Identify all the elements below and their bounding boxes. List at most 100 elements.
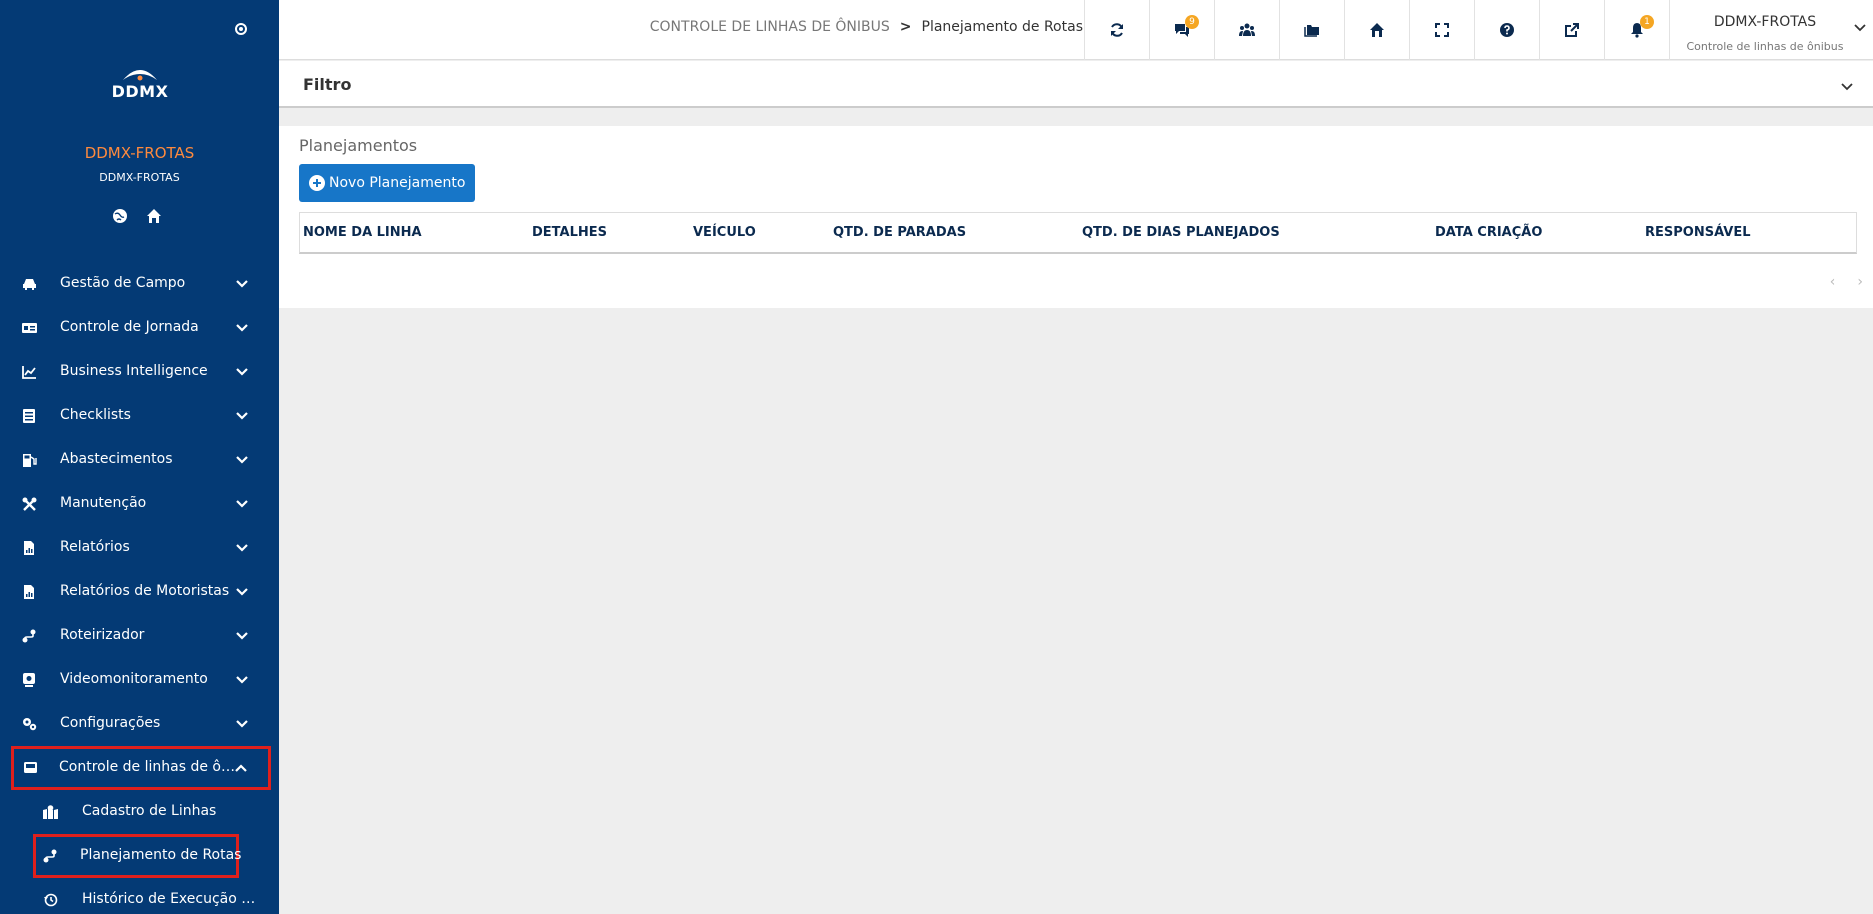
sidebar-item-relatorios[interactable]: Relatórios	[0, 526, 279, 570]
submenu-item-planejamento-de-rotas[interactable]: Planejamento de Rotas	[33, 834, 242, 878]
sidebar-item-label: Relatórios de Motoristas	[60, 583, 230, 599]
globe-icon[interactable]	[112, 208, 128, 224]
users-icon	[1239, 23, 1255, 36]
sidebar-item-videomonitoramento[interactable]: Videomonitoramento	[0, 658, 279, 702]
notifications-badge: 1	[1640, 15, 1654, 29]
brand-name: DDMX-FROTAS	[84, 144, 195, 162]
sidebar-item-business-intelligence[interactable]: Business Intelligence	[0, 350, 279, 394]
sidebar-menu: Gestão de Campo Controle de Jornada Busi…	[0, 262, 279, 914]
chevron-down-icon	[236, 632, 248, 640]
help-icon	[1500, 23, 1514, 37]
history-icon	[44, 893, 58, 907]
sidebar-item-checklists[interactable]: Checklists	[0, 394, 279, 438]
chevron-down-icon	[1854, 24, 1866, 32]
car-icon	[23, 279, 36, 290]
file-chart-icon	[24, 585, 34, 599]
sidebar-toggle-icon[interactable]	[235, 23, 247, 35]
sidebar-item-label: Abastecimentos	[60, 451, 173, 467]
file-chart-icon	[24, 541, 34, 555]
checklist-icon	[23, 409, 35, 423]
users-button[interactable]	[1214, 0, 1279, 60]
column-header[interactable]: QTD. DE PARADAS	[833, 225, 966, 240]
tools-icon	[22, 497, 37, 511]
chevron-down-icon	[236, 456, 248, 464]
home-outline-icon	[1370, 23, 1384, 37]
sidebar-item-abastecimentos[interactable]: Abastecimentos	[0, 438, 279, 482]
sidebar-item-gestao-de-campo[interactable]: Gestão de Campo	[0, 262, 279, 306]
refresh-button[interactable]	[1084, 0, 1149, 60]
folders-button[interactable]	[1279, 0, 1344, 60]
chat-button[interactable]: 9	[1149, 0, 1214, 60]
gas-pump-icon	[23, 454, 37, 467]
column-header[interactable]: DATA CRIAÇÃO	[1435, 225, 1542, 240]
route-icon	[22, 629, 36, 643]
submenu-item-label: Cadastro de Linhas	[82, 803, 217, 819]
sidebar-item-label: Gestão de Campo	[60, 275, 186, 291]
brand-icons	[112, 208, 162, 224]
sidebar-item-label: Checklists	[60, 407, 131, 423]
chevron-down-icon	[236, 412, 248, 420]
chevron-down-icon	[236, 676, 248, 684]
chevron-down-icon	[236, 588, 248, 596]
chevron-down-icon[interactable]	[1841, 81, 1853, 93]
sidebar-item-configuracoes[interactable]: Configurações	[0, 702, 279, 746]
new-planning-button[interactable]: Novo Planejamento	[299, 164, 476, 202]
submenu-item-historico-de-execucao[interactable]: Histórico de Execução de Rotas	[0, 878, 279, 914]
panel-title: Planejamentos	[299, 136, 418, 155]
sidebar-item-relatorios-de-motoristas[interactable]: Relatórios de Motoristas	[0, 570, 279, 614]
column-header[interactable]: RESPONSÁVEL	[1645, 225, 1750, 240]
submenu-item-label: Planejamento de Rotas	[80, 847, 242, 863]
filter-panel[interactable]: Filtro	[279, 61, 1873, 108]
notifications-button[interactable]: 1	[1604, 0, 1669, 60]
help-button[interactable]	[1474, 0, 1539, 60]
home-outline-button[interactable]	[1344, 0, 1409, 60]
sidebar: DDMX DDMX-FROTAS DDMX-FROTAS Gestão de C…	[0, 0, 279, 914]
fullscreen-button[interactable]	[1409, 0, 1474, 60]
chevron-down-icon	[236, 544, 248, 552]
sidebar-item-controle-de-jornada[interactable]: Controle de Jornada	[0, 306, 279, 350]
filter-title: Filtro	[303, 75, 352, 94]
breadcrumb-parent[interactable]: CONTROLE DE LINHAS DE ÔNIBUS	[650, 19, 890, 35]
chevron-down-icon	[236, 720, 248, 728]
column-header[interactable]: NOME DA LINHA	[303, 225, 422, 240]
breadcrumb-current: Planejamento de Rotas	[921, 19, 1083, 35]
bus-icon	[24, 762, 37, 773]
sidebar-item-controle-de-linhas-de-onibus[interactable]: Controle de linhas de ônibus	[11, 746, 271, 790]
sidebar-item-label: Relatórios	[60, 539, 130, 555]
user-menu[interactable]: DDMX-FROTAS Controle de linhas de ônibus	[1669, 0, 1873, 60]
submenu-item-cadastro-de-linhas[interactable]: Cadastro de Linhas	[0, 790, 279, 834]
sidebar-item-label: Roteirizador	[60, 627, 145, 643]
toolbar: 9 1	[1084, 0, 1669, 60]
route-icon	[43, 849, 57, 863]
chevron-down-icon	[236, 280, 248, 288]
pager-prev-icon[interactable]: ‹	[1830, 274, 1836, 290]
table-header: NOME DA LINHA DETALHES VEÍCULO QTD. DE P…	[299, 212, 1857, 254]
top-bar: CONTROLE DE LINHAS DE ÔNIBUS > Planejame…	[279, 0, 1873, 60]
sidebar-item-label: Manutenção	[60, 495, 147, 511]
breadcrumb-separator: >	[899, 19, 912, 35]
planning-panel: Planejamentos Novo Planejamento NOME DA …	[279, 126, 1873, 308]
external-link-button[interactable]	[1539, 0, 1604, 60]
home-icon[interactable]	[146, 208, 162, 224]
logo-text: DDMX	[111, 82, 169, 101]
camera-icon	[23, 673, 35, 687]
sidebar-item-label: Videomonitoramento	[60, 671, 208, 687]
user-name: DDMX-FROTAS	[1713, 14, 1817, 30]
chevron-up-icon	[235, 764, 247, 772]
chevron-down-icon	[236, 500, 248, 508]
plus-circle-icon	[309, 175, 325, 191]
sidebar-item-label: Business Intelligence	[60, 363, 208, 379]
sidebar-submenu: Cadastro de Linhas Planejamento de Rotas…	[0, 790, 279, 914]
brand-subtitle: DDMX-FROTAS	[99, 171, 180, 184]
fullscreen-icon	[1435, 23, 1449, 37]
column-header[interactable]: QTD. DE DIAS PLANEJADOS	[1082, 225, 1280, 240]
map-location-icon	[43, 805, 58, 819]
pager-next-icon[interactable]: ›	[1857, 274, 1863, 290]
external-link-icon	[1565, 23, 1579, 37]
sidebar-item-manutencao[interactable]: Manutenção	[0, 482, 279, 526]
sidebar-item-roteirizador[interactable]: Roteirizador	[0, 614, 279, 658]
sidebar-item-label: Controle de linhas de ônibus	[59, 759, 239, 775]
column-header[interactable]: VEÍCULO	[693, 225, 756, 240]
folder-icon	[1304, 25, 1319, 37]
column-header[interactable]: DETALHES	[532, 225, 607, 240]
